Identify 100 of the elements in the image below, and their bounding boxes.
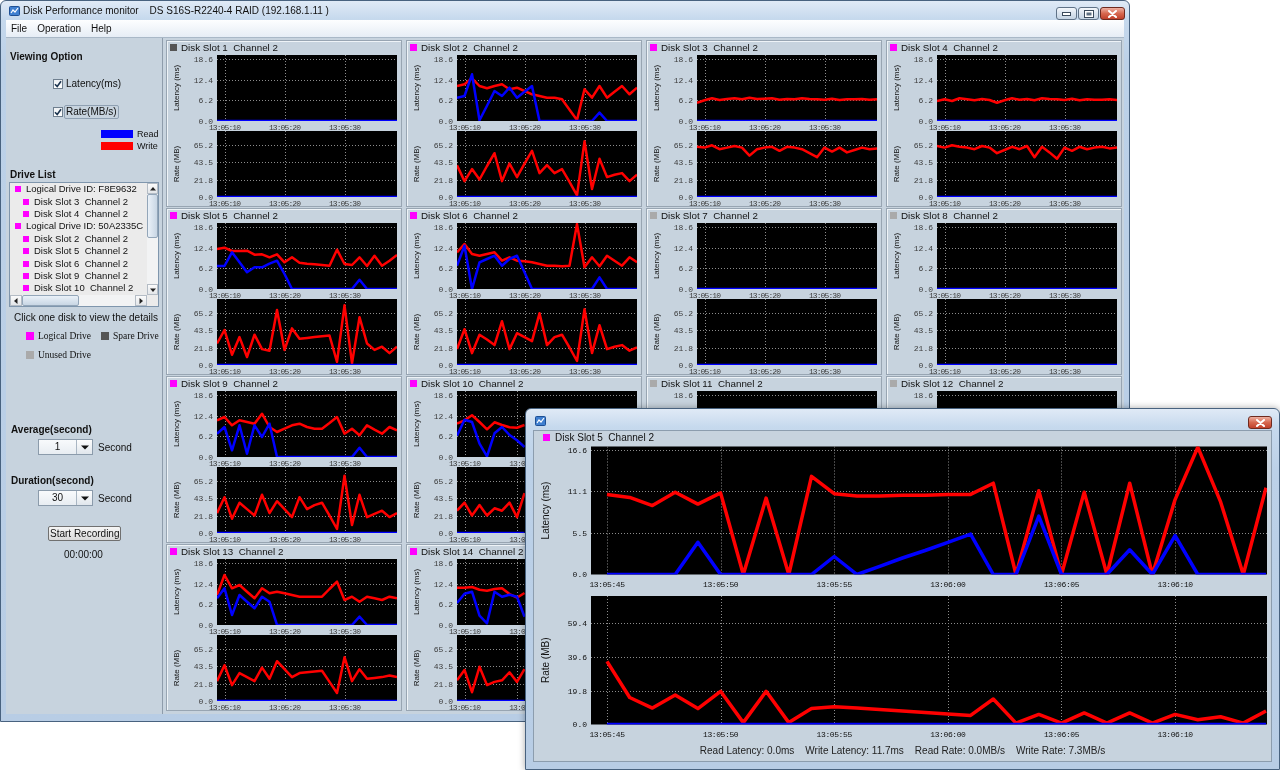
y-tick-label: 65.2 bbox=[673, 141, 693, 150]
menu-item[interactable]: Help bbox=[86, 20, 117, 37]
axis-title: Latency (ms) bbox=[172, 64, 181, 112]
y-tick-label: 6.2 bbox=[678, 264, 693, 274]
y-tick-label: 43.5 bbox=[433, 494, 453, 504]
maximize-button[interactable] bbox=[1078, 7, 1099, 20]
slot-title: Disk Slot 7 Channel 2 bbox=[661, 209, 758, 222]
scroll-right-button[interactable] bbox=[135, 295, 147, 306]
y-tick-label: 43.5 bbox=[673, 326, 693, 336]
scrollbar-thumb[interactable] bbox=[147, 194, 158, 238]
y-tick-label: 18.6 bbox=[913, 222, 933, 232]
y-tick-label: 21.8 bbox=[433, 679, 453, 689]
menu-item[interactable]: File bbox=[6, 20, 33, 37]
y-tick-label: 0.0 bbox=[918, 284, 933, 294]
y-tick-label: 21.8 bbox=[193, 343, 213, 353]
x-tick-label: 13:05:20 bbox=[508, 366, 541, 374]
reading-text: Read Rate: 0.0MB/s bbox=[914, 745, 1005, 756]
dropdown[interactable]: 30 bbox=[38, 490, 93, 506]
drive-list-item[interactable]: Disk Slot 9 Channel 2 bbox=[34, 269, 128, 282]
y-tick-label: 0.0 bbox=[678, 284, 693, 294]
chart-title: Disk Slot 5 Channel 2 bbox=[555, 432, 654, 443]
vertical-scrollbar[interactable] bbox=[147, 183, 158, 295]
y-tick-label: 6.2 bbox=[918, 264, 933, 274]
close-button[interactable] bbox=[1248, 416, 1272, 429]
y-tick-label: 65.2 bbox=[913, 309, 933, 318]
y-tick-label: 12.4 bbox=[433, 243, 453, 253]
y-tick-label: 65.2 bbox=[193, 645, 213, 654]
checkbox-label[interactable]: Latency(ms) bbox=[64, 77, 123, 91]
x-tick-label: 13:05:20 bbox=[268, 702, 301, 710]
checkbox-label[interactable]: Rate(MB/s) bbox=[64, 105, 119, 119]
checkbox[interactable] bbox=[53, 107, 63, 117]
x-tick-label: 13:05:20 bbox=[748, 122, 781, 132]
axis-title: Latency (ms) bbox=[892, 64, 901, 112]
slot-title: Disk Slot 14 Channel 2 bbox=[421, 545, 524, 558]
y-tick-label: 12.4 bbox=[433, 75, 453, 85]
x-tick-label: 13:05:20 bbox=[508, 122, 541, 132]
y-tick-label: 43.5 bbox=[193, 326, 213, 336]
y-tick-label: 65.2 bbox=[433, 477, 453, 486]
y-tick-label: 65.2 bbox=[433, 141, 453, 150]
slot-title: Disk Slot 12 Channel 2 bbox=[901, 377, 1004, 390]
x-tick-label: 13:05:20 bbox=[268, 534, 301, 542]
dropdown[interactable]: 1 bbox=[38, 439, 93, 455]
y-tick-label: 12.4 bbox=[913, 243, 933, 253]
y-tick-label: 11.1 bbox=[567, 487, 587, 497]
scroll-down-button[interactable] bbox=[147, 284, 158, 295]
close-button[interactable] bbox=[1100, 7, 1125, 20]
y-tick-label: 21.8 bbox=[913, 343, 933, 353]
start-recording-button[interactable]: Start Recording bbox=[48, 526, 122, 541]
scroll-left-button[interactable] bbox=[10, 295, 22, 306]
x-tick-label: 13:05:30 bbox=[1048, 366, 1081, 374]
drive-list-item[interactable]: Disk Slot 4 Channel 2 bbox=[34, 207, 128, 220]
horizontal-scrollbar[interactable] bbox=[10, 295, 147, 306]
axis-title: Rate (MB) bbox=[540, 637, 551, 684]
y-tick-label: 12.4 bbox=[193, 411, 213, 421]
drive-list-item[interactable]: Disk Slot 2 Channel 2 bbox=[34, 232, 128, 245]
timer-text: 00:00:00 bbox=[64, 549, 103, 561]
checkbox[interactable] bbox=[53, 79, 63, 89]
slot-title: Disk Slot 6 Channel 2 bbox=[421, 209, 518, 222]
x-tick-label: 13:05:55 bbox=[816, 729, 852, 739]
y-tick-label: 65.2 bbox=[433, 309, 453, 318]
section-heading: Duration(second) bbox=[11, 474, 94, 488]
y-tick-label: 18.6 bbox=[913, 54, 933, 64]
y-tick-label: 5.5 bbox=[572, 529, 587, 539]
y-tick-label: 0.0 bbox=[918, 116, 933, 126]
y-tick-label: 21.8 bbox=[913, 175, 933, 185]
drive-list-item[interactable]: Disk Slot 5 Channel 2 bbox=[34, 245, 128, 258]
axis-title: Latency (ms) bbox=[652, 64, 661, 112]
reading-text: Write Rate: 7.3MB/s bbox=[1015, 745, 1106, 756]
dropdown-button[interactable] bbox=[76, 491, 92, 505]
tick-icon bbox=[54, 108, 62, 116]
menu-item[interactable]: Operation bbox=[32, 20, 87, 37]
y-tick-label: 43.5 bbox=[673, 158, 693, 168]
y-tick-label: 6.2 bbox=[198, 264, 213, 274]
graph-icon bbox=[9, 5, 20, 16]
x-tick-label: 13:05:20 bbox=[508, 198, 541, 206]
axis-title: Rate (MB) bbox=[172, 313, 181, 351]
drive-list-item[interactable]: Logical Drive ID: F8E9632 bbox=[26, 183, 137, 196]
x-tick-label: 13:05:30 bbox=[328, 290, 361, 300]
drive-list-item[interactable]: Disk Slot 10 Channel 2 bbox=[34, 282, 134, 295]
dropdown-button[interactable] bbox=[76, 440, 92, 454]
y-tick-label: 21.8 bbox=[193, 511, 213, 521]
slot-title: Disk Slot 3 Channel 2 bbox=[661, 41, 758, 54]
scroll-up-button[interactable] bbox=[147, 183, 158, 194]
drive-list-item[interactable]: Logical Drive ID: 50A2335C bbox=[26, 220, 144, 233]
x-tick-label: 13:06:05 bbox=[1043, 729, 1080, 739]
drive-list-item[interactable]: Disk Slot 6 Channel 2 bbox=[34, 257, 128, 270]
triangle-left-icon bbox=[13, 297, 19, 304]
x-tick-label: 13:05:30 bbox=[568, 290, 601, 300]
y-tick-label: 0.0 bbox=[198, 452, 213, 462]
legend-label: Write bbox=[137, 141, 158, 151]
minimize-button[interactable] bbox=[1056, 7, 1077, 20]
scrollbar-thumb[interactable] bbox=[22, 295, 79, 306]
x-tick-label: 13:05:30 bbox=[1048, 290, 1081, 300]
y-tick-label: 6.2 bbox=[678, 96, 693, 106]
y-tick-label: 12.4 bbox=[913, 75, 933, 85]
legend-label: Logical Drive bbox=[38, 331, 92, 341]
drive-list-item[interactable]: Disk Slot 3 Channel 2 bbox=[34, 195, 128, 208]
y-tick-label: 43.5 bbox=[193, 494, 213, 504]
slot-title: Disk Slot 13 Channel 2 bbox=[181, 545, 284, 558]
y-tick-label: 0.0 bbox=[572, 720, 587, 730]
